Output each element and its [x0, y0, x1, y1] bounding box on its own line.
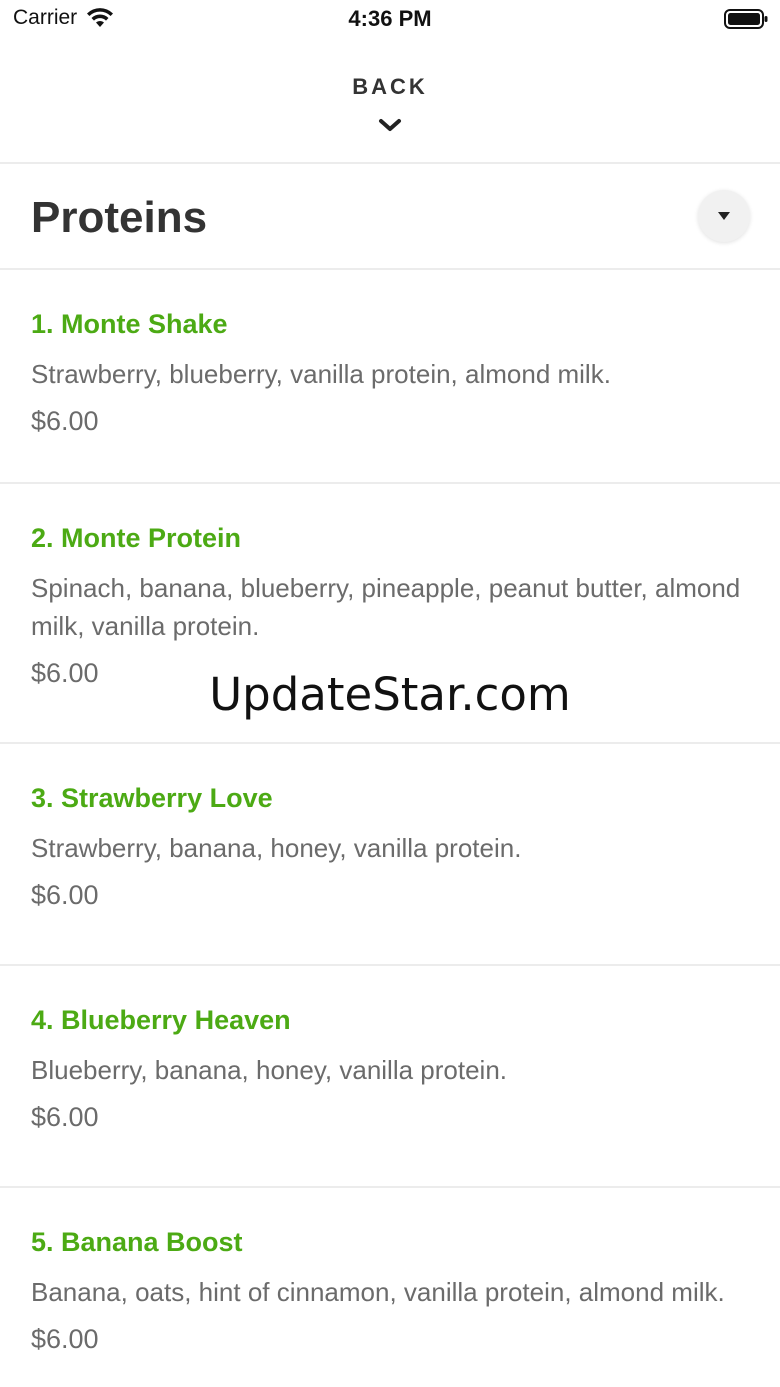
battery-full-icon — [724, 9, 768, 29]
menu-screen: Carrier 4:36 PM BACK Proteins 1. Monte S… — [0, 0, 780, 1387]
item-description: Spinach, banana, blueberry, pineapple, p… — [31, 573, 741, 641]
menu-item[interactable]: 2. Monte Protein Spinach, banana, bluebe… — [0, 484, 780, 744]
category-dropdown-button[interactable] — [698, 190, 750, 242]
item-description: Strawberry, blueberry, vanilla protein, … — [31, 359, 611, 389]
item-name: 3. Strawberry Love — [31, 783, 273, 813]
item-description: Banana, oats, hint of cinnamon, vanilla … — [31, 1277, 725, 1307]
item-price: $6.00 — [31, 1102, 99, 1132]
item-price: $6.00 — [31, 1324, 99, 1354]
item-description: Blueberry, banana, honey, vanilla protei… — [31, 1055, 508, 1085]
item-price: $6.00 — [31, 880, 99, 910]
menu-item[interactable]: 4. Blueberry Heaven Blueberry, banana, h… — [0, 966, 780, 1188]
item-price: $6.00 — [31, 406, 99, 436]
back-header[interactable]: BACK — [0, 40, 780, 164]
item-description: Strawberry, banana, honey, vanilla prote… — [31, 833, 522, 863]
item-name: 2. Monte Protein — [31, 523, 242, 553]
chevron-down-icon[interactable] — [377, 116, 403, 134]
category-header: Proteins — [0, 164, 780, 270]
item-name: 5. Banana Boost — [31, 1227, 243, 1257]
status-time: 4:36 PM — [348, 6, 432, 31]
category-title: Proteins — [31, 193, 208, 242]
menu-list: 1. Monte Shake Strawberry, blueberry, va… — [0, 270, 780, 1387]
status-bar: Carrier 4:36 PM — [0, 0, 780, 40]
back-button-label[interactable]: BACK — [0, 74, 780, 100]
menu-item[interactable]: 1. Monte Shake Strawberry, blueberry, va… — [0, 270, 780, 484]
menu-item[interactable]: 5. Banana Boost Banana, oats, hint of ci… — [0, 1188, 780, 1387]
item-price: $6.00 — [31, 658, 99, 688]
menu-item[interactable]: 3. Strawberry Love Strawberry, banana, h… — [0, 744, 780, 966]
caret-down-icon — [718, 212, 730, 220]
item-name: 1. Monte Shake — [31, 309, 228, 339]
item-name: 4. Blueberry Heaven — [31, 1005, 291, 1035]
